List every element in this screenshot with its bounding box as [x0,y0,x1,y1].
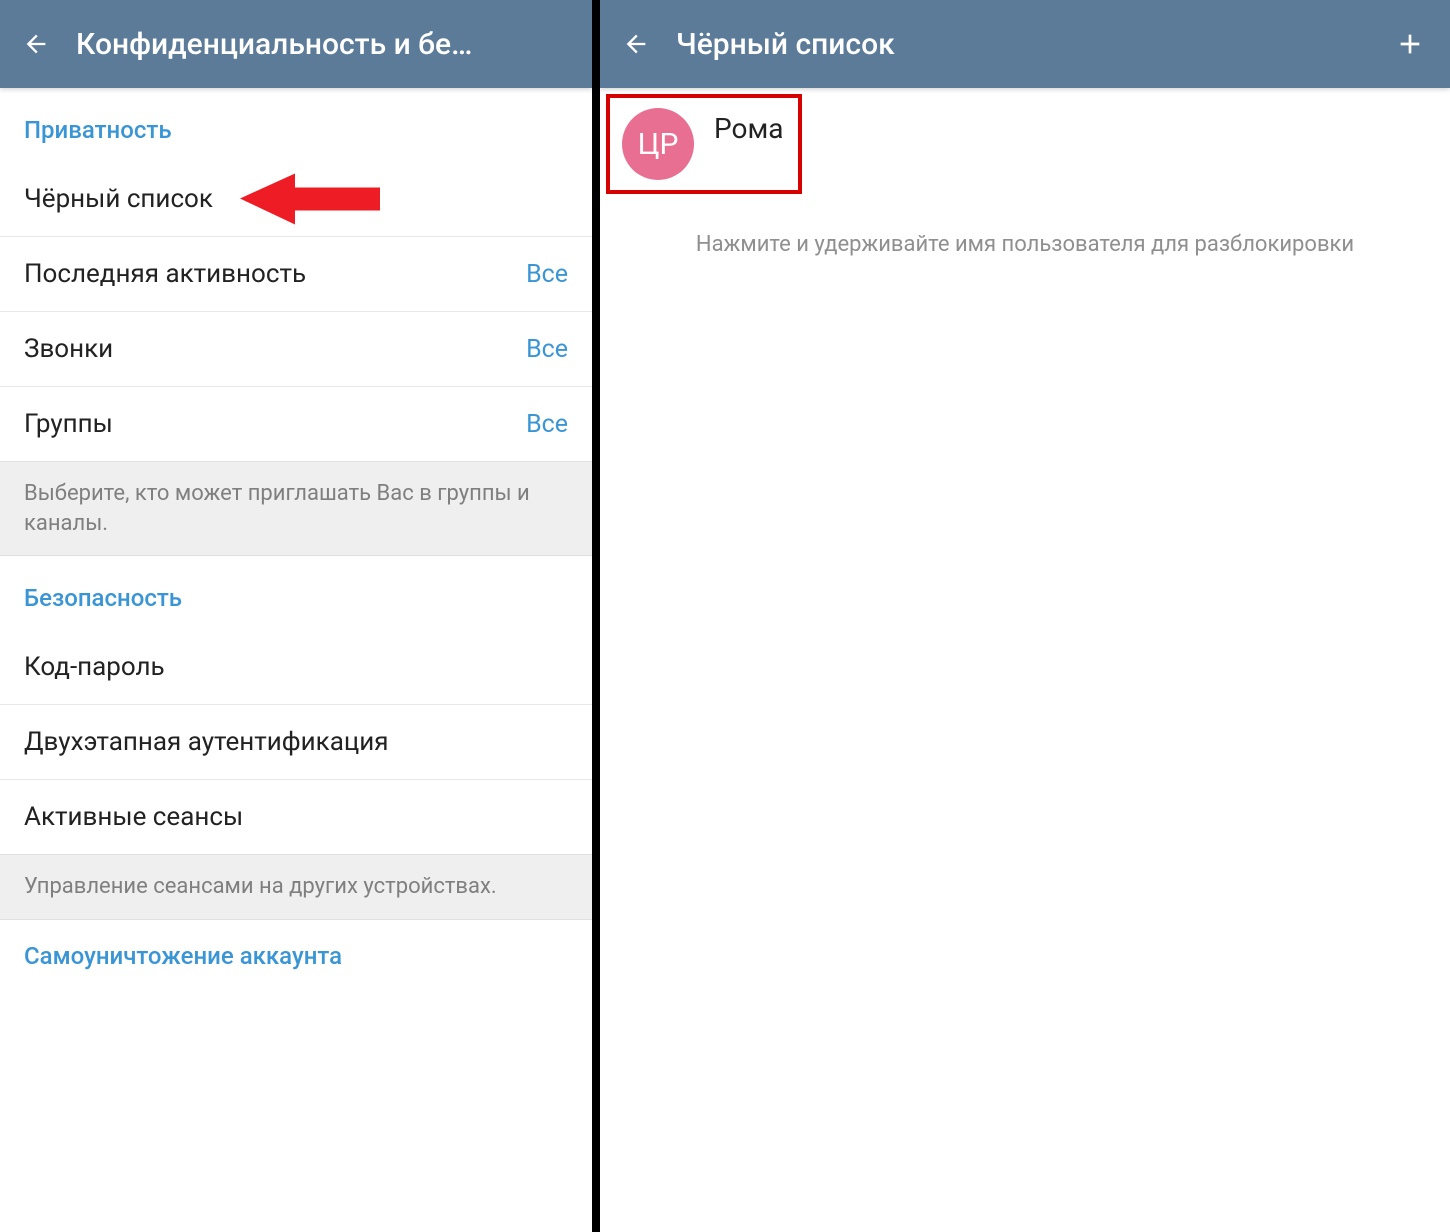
row-label: Звонки [24,334,113,364]
avatar-initials: ЦР [638,127,679,162]
blocked-contact-row[interactable]: ЦР Рома [610,98,798,190]
section-header-security: Безопасность [0,556,592,630]
row-last-seen[interactable]: Последняя активность Все [0,237,592,312]
section-header-privacy: Приватность [0,88,592,162]
header: Чёрный список [600,0,1450,88]
annotation-highlight: ЦР Рома [606,94,802,194]
info-text-privacy: Выберите, кто может приглашать Вас в гру… [0,461,592,556]
blacklist-screen: Чёрный список ЦР Рома Нажмите и удержива… [600,0,1450,1232]
row-label: Группы [24,409,113,439]
row-label: Чёрный список [24,184,213,214]
annotation-arrow [240,172,380,227]
row-label: Активные сеансы [24,802,243,832]
page-title: Чёрный список [676,27,1386,62]
avatar: ЦР [622,108,694,180]
row-passcode[interactable]: Код-пароль [0,630,592,705]
row-calls[interactable]: Звонки Все [0,312,592,387]
contact-name: Рома [714,112,783,145]
header: Конфиденциальность и бе… [0,0,592,88]
row-label: Двухэтапная аутентификация [24,727,389,757]
privacy-settings-screen: Конфиденциальность и бе… Приватность Чёр… [0,0,592,1232]
section-header-account: Самоуничтожение аккаунта [0,920,592,970]
row-label: Последняя активность [24,259,306,289]
back-button[interactable] [16,24,56,64]
info-text-security: Управление сеансами на других устройства… [0,854,592,920]
row-two-step[interactable]: Двухэтапная аутентификация [0,705,592,780]
arrow-icon [240,172,380,227]
back-arrow-icon [622,30,650,58]
row-label: Код-пароль [24,652,165,682]
row-active-sessions[interactable]: Активные сеансы [0,780,592,854]
page-title: Конфиденциальность и бе… [76,27,576,62]
hint-text: Нажмите и удерживайте имя пользователя д… [600,194,1450,260]
back-arrow-icon [22,30,50,58]
screen-divider [592,0,600,1232]
row-value: Все [526,410,568,439]
add-button[interactable] [1386,20,1434,68]
back-button[interactable] [616,24,656,64]
row-groups[interactable]: Группы Все [0,387,592,461]
plus-icon [1394,28,1426,60]
row-blacklist[interactable]: Чёрный список [0,162,592,237]
row-value: Все [526,335,568,364]
row-value: Все [526,260,568,289]
